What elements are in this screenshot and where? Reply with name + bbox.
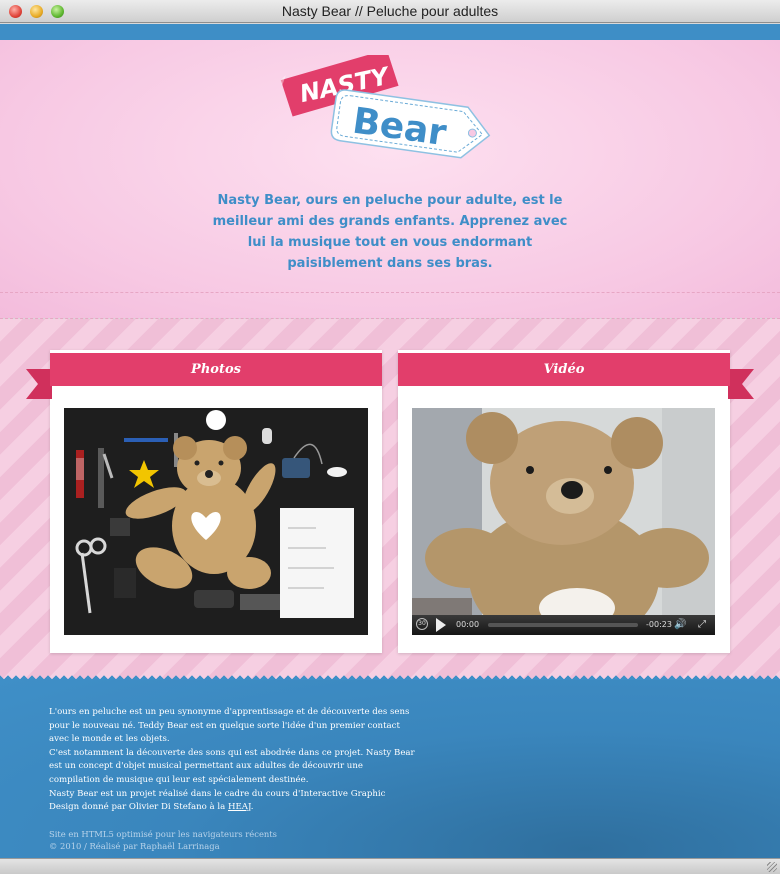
video-poster-illustration	[412, 408, 715, 635]
window-title: Nasty Bear // Peluche pour adultes	[281, 3, 499, 19]
heaj-link[interactable]: HEAJ	[228, 802, 251, 812]
ribbon-tail-left	[26, 369, 52, 399]
video-progress-bar[interactable]	[488, 623, 638, 627]
footer-description: L'ours en peluche est un peu synonyme d'…	[49, 706, 415, 815]
header-tagline: Nasty Bear, ours en peluche pour adulte,…	[212, 193, 568, 271]
resize-grip-icon[interactable]	[767, 862, 777, 872]
nasty-bear-logo[interactable]: NASTY Bear	[275, 55, 500, 170]
play-icon[interactable]	[436, 618, 446, 632]
fullscreen-icon[interactable]: ⤢	[698, 618, 706, 632]
footer-paragraph-3: Nasty Bear est un projet réalisé dans le…	[49, 788, 415, 815]
video-player[interactable]	[412, 408, 715, 635]
ribbon-tail-right	[728, 369, 754, 399]
video-heading: Vidéo	[398, 353, 730, 386]
credit-line-2: © 2010 / Réalisé par Raphaël Larrinaga	[49, 841, 220, 851]
bear-photo[interactable]	[64, 408, 368, 635]
footer-paragraph-3-suffix: .	[250, 802, 254, 813]
video-time-elapsed: 00:00	[456, 620, 480, 629]
window-statusbar	[0, 858, 780, 874]
credit-line-1: Site en HTML5 optimisé pour les navigate…	[49, 829, 277, 839]
header-divider	[0, 292, 780, 293]
top-zigzag-band	[0, 24, 780, 46]
footer-paragraph-2: C'est notamment la découverte des sons q…	[49, 747, 415, 785]
bear-photo-illustration	[64, 408, 368, 635]
volume-icon[interactable]: 🔊	[674, 618, 686, 632]
footer-credits: Site en HTML5 optimisé pour les navigate…	[49, 828, 349, 852]
footer-paragraph-3-prefix: Nasty Bear est un projet réalisé dans le…	[49, 788, 386, 813]
window-titlebar: Nasty Bear // Peluche pour adultes	[0, 0, 780, 23]
photos-heading: Photos	[50, 353, 382, 386]
video-time-remaining: -00:23	[646, 620, 672, 629]
footer-paragraph-1: L'ours en peluche est un peu synonyme d'…	[49, 707, 410, 745]
skip-back-button[interactable]: 30	[416, 618, 428, 630]
